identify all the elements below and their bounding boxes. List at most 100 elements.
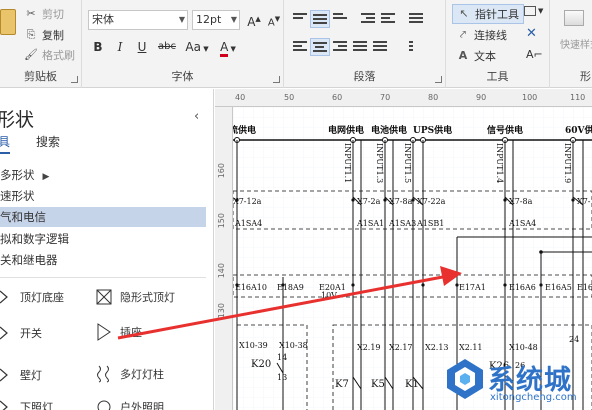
collapse-panel-button[interactable]: ‹	[194, 109, 199, 124]
multi-lamp-post-icon	[97, 365, 109, 383]
terminal-label: E16A8	[577, 283, 592, 292]
font-size-select[interactable]: 12pt ▼	[192, 10, 240, 30]
paste-button[interactable]	[0, 6, 20, 38]
paragraph-group-label: 段落	[353, 70, 376, 83]
watermark-logo-icon	[447, 359, 483, 399]
shape-wall-lamp[interactable]: 壁灯	[0, 367, 42, 383]
shrink-font-button[interactable]: A▼	[264, 10, 284, 28]
text-tool-button[interactable]: A 文本	[456, 48, 496, 64]
font-color-button[interactable]: A ▼	[214, 38, 242, 57]
font-group-label: 字体	[171, 70, 194, 83]
chevron-right-icon: ▶	[42, 172, 50, 182]
align-bottom-button[interactable]	[330, 10, 350, 28]
shape-outdoor-light[interactable]: 户外照明	[96, 399, 164, 410]
grow-font-button[interactable]: A▲	[244, 10, 264, 29]
text-direction-button[interactable]	[406, 38, 426, 56]
change-case-button[interactable]: Aa ▼	[182, 38, 212, 56]
copy-button[interactable]: ⎘ 复制	[24, 27, 64, 43]
ruler-label: 100	[522, 93, 538, 102]
relay-label: 14	[277, 353, 288, 362]
pointer-tool-button[interactable]: ↖ 指针工具	[452, 4, 524, 24]
input-label: INPUT1.1	[343, 143, 352, 184]
text-direction-icon	[409, 41, 423, 51]
italic-button[interactable]: I	[110, 38, 130, 56]
switch-icon	[0, 326, 8, 340]
indent-icon	[381, 13, 395, 23]
scissors-icon: ✂	[26, 7, 36, 20]
rectangle-tool-button[interactable]: ▼	[524, 6, 543, 16]
tools-group-label: 工具	[486, 70, 509, 83]
align-left-icon	[293, 41, 307, 51]
terminal-label: X2.17	[389, 343, 413, 352]
panel-title: 形状	[0, 109, 35, 131]
relay-label: K1	[405, 379, 419, 390]
increase-indent-button[interactable]	[378, 10, 398, 28]
distribute-icon	[373, 41, 387, 51]
terminal-label: X7-2a	[357, 197, 381, 206]
font-family-select[interactable]: 宋体 ▼	[88, 10, 188, 30]
ruler-label: 140	[217, 263, 226, 279]
terminal-label: X10-38	[279, 341, 308, 350]
outlet-icon	[97, 323, 111, 341]
align-middle-button[interactable]	[310, 10, 330, 28]
quick-styles-button[interactable]: 快速样式	[560, 36, 592, 51]
connector-button[interactable]: ⤤ 连接线	[456, 27, 507, 43]
cut-button[interactable]: ✂ 剪切	[24, 6, 64, 22]
paragraph-dialog-launcher[interactable]	[435, 76, 442, 83]
terminal-label: E16A6	[509, 283, 536, 292]
category-switches-relays[interactable]: 关和继电器	[0, 250, 206, 270]
connector-icon: ⤤	[459, 28, 467, 41]
format-painter-button[interactable]: 🖌 格式刷	[24, 47, 75, 63]
bold-button[interactable]: B	[88, 38, 108, 56]
ribbon: ✂ 剪切 ⎘ 复制 🖌 格式刷 剪贴板 宋体 ▼ 12pt ▼ A▲ A▼ B I U a…	[0, 0, 592, 88]
pointer-icon: ↖	[459, 7, 469, 20]
wall-lamp-icon	[0, 368, 8, 382]
close-icon: ✕	[526, 26, 537, 41]
ruler-label: 150	[217, 213, 226, 229]
shape-downlight[interactable]: 下照灯	[0, 399, 53, 410]
align-right-button[interactable]	[330, 38, 350, 56]
ceiling-lamp-base-icon	[0, 290, 8, 304]
decrease-indent-button[interactable]	[358, 10, 378, 28]
terminal-label: X10-39	[239, 341, 268, 350]
category-more-shapes[interactable]: 多形状 ▶	[0, 165, 206, 185]
align-middle-icon	[313, 14, 327, 24]
terminal-label: X7-8a	[509, 197, 533, 206]
category-electrical-telecom[interactable]: 气和电信	[0, 207, 206, 227]
clipboard-dialog-launcher[interactable]	[71, 76, 78, 83]
shape-multi-lamp-post[interactable]: 多灯灯柱	[96, 365, 164, 383]
outdoor-light-icon	[97, 400, 111, 410]
ruler-label: 90	[476, 93, 487, 102]
bullets-icon	[409, 13, 423, 23]
underline-button[interactable]: U	[132, 38, 152, 56]
input-label: INPUT1.9	[563, 143, 572, 184]
bullets-button[interactable]	[406, 10, 426, 28]
align-left-button[interactable]	[290, 38, 310, 56]
quick-styles-group: 快速样式 形	[550, 0, 592, 88]
ruler-label: 50	[284, 93, 295, 102]
category-analog-digital-logic[interactable]: 拟和数字逻辑	[0, 229, 206, 249]
tab-shapes[interactable]: 具	[0, 133, 11, 154]
align-top-button[interactable]	[290, 10, 310, 28]
shape-outlet[interactable]: 插座	[96, 323, 142, 341]
relay-label: K5	[371, 379, 385, 390]
rectangle-icon	[524, 6, 536, 16]
text-block-button[interactable]: A⌐	[526, 48, 543, 61]
shape-recessed-light[interactable]: 隐形式顶灯	[96, 289, 175, 305]
terminal-label: E16A10	[235, 283, 267, 292]
terminal-label: A1SA4	[235, 219, 263, 228]
strikethrough-button[interactable]: abc	[154, 38, 180, 56]
shape-styles-group-label: 形	[580, 70, 591, 83]
shape-ceiling-lamp-base[interactable]: 顶灯底座	[0, 289, 64, 305]
terminal-label: A1SA3	[389, 219, 417, 228]
ruler-label: 60	[332, 93, 343, 102]
distribute-button[interactable]	[370, 38, 390, 56]
align-center-button[interactable]	[310, 38, 330, 56]
tab-search[interactable]: 搜索	[36, 133, 60, 150]
close-x-button[interactable]: ✕	[526, 26, 537, 41]
justify-button[interactable]	[350, 38, 370, 56]
shape-switch[interactable]: 开关	[0, 325, 42, 341]
category-quick-shapes[interactable]: 速形状	[0, 186, 206, 206]
font-dialog-launcher[interactable]	[273, 76, 280, 83]
input-label: INPUT1.4	[495, 143, 504, 184]
